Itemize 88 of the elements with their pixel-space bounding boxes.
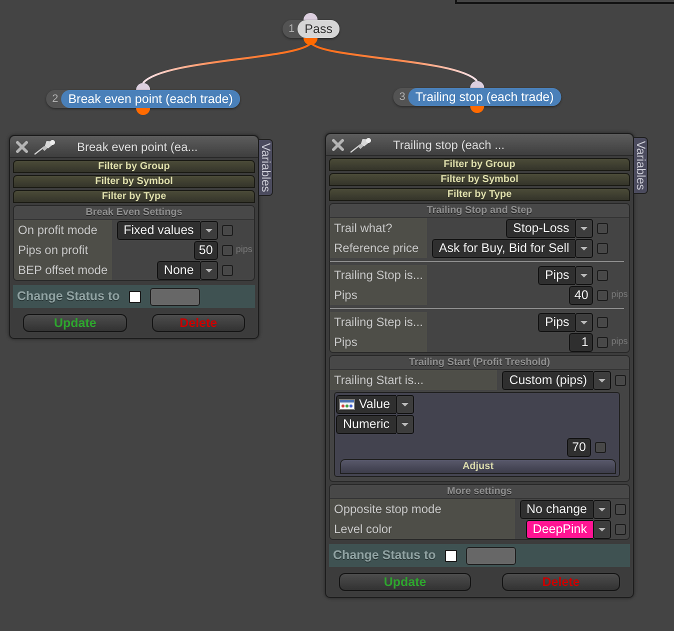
checkbox[interactable] <box>597 222 608 234</box>
caret-icon[interactable] <box>593 370 611 390</box>
value-icon <box>339 399 355 410</box>
checkbox[interactable] <box>597 290 608 300</box>
flow-node[interactable]: 3 Trailing stop (each trade) <box>393 88 561 106</box>
checkbox[interactable] <box>597 336 608 348</box>
checkbox[interactable] <box>597 270 608 280</box>
caret-icon[interactable] <box>200 220 218 240</box>
status-checkbox[interactable] <box>444 550 457 562</box>
close-icon[interactable] <box>331 138 345 152</box>
checkbox[interactable] <box>597 316 608 328</box>
status-field[interactable] <box>466 546 516 564</box>
status-checkbox[interactable] <box>128 290 141 302</box>
caret-icon[interactable] <box>575 238 594 258</box>
field-label: Trailing Step is... <box>330 312 427 332</box>
field-label: Trail what? <box>330 218 427 238</box>
dropdown[interactable]: Ask for Buy, Bid for Sell <box>432 238 576 258</box>
pin-icon[interactable] <box>350 136 372 152</box>
dropdown[interactable]: Pips <box>538 266 576 284</box>
checkbox[interactable] <box>597 242 608 254</box>
field-label: Pips <box>330 285 427 305</box>
status-label: Change Status to <box>333 547 436 564</box>
dropdown[interactable]: DeepPink <box>526 520 593 538</box>
number-field[interactable]: 40 <box>569 286 594 304</box>
filter-header[interactable]: Filter by Group <box>13 160 255 173</box>
output-port-icon[interactable] <box>304 38 318 45</box>
checkbox[interactable] <box>222 224 233 236</box>
panel-title: Trailing stop (each ... <box>393 136 505 154</box>
checkbox[interactable] <box>615 504 626 514</box>
field-label: Pips <box>330 332 427 352</box>
filter-header[interactable]: Filter by Type <box>329 188 630 201</box>
field-label: BEP offset mode <box>14 260 112 280</box>
node-number: 2 <box>51 92 60 107</box>
checkbox[interactable] <box>615 374 626 386</box>
caret-icon[interactable] <box>575 312 594 332</box>
field-label: Level color <box>330 519 515 539</box>
output-port-icon[interactable] <box>470 106 484 113</box>
dropdown[interactable]: None <box>156 260 200 280</box>
dropdown[interactable]: Custom (pips) <box>502 370 593 390</box>
field-label: Opposite stop mode <box>330 499 515 519</box>
input-port-icon[interactable] <box>304 13 318 20</box>
flow-node[interactable]: 1 Pass <box>282 20 340 38</box>
caret-icon[interactable] <box>200 260 218 280</box>
node-label: Break even point (each trade) <box>61 90 240 108</box>
status-label: Change Status to <box>17 288 120 306</box>
input-port-icon[interactable] <box>136 83 150 90</box>
status-field[interactable] <box>150 288 200 306</box>
dropdown[interactable]: Fixed values <box>116 220 200 240</box>
filter-header[interactable]: Filter by Symbol <box>329 173 630 186</box>
checkbox[interactable] <box>595 442 606 453</box>
dropdown[interactable]: No change <box>520 500 593 518</box>
caret-icon[interactable] <box>593 520 611 538</box>
dropdown[interactable]: Pips <box>538 312 576 332</box>
number-field[interactable]: 1 <box>569 332 594 352</box>
checkbox[interactable] <box>222 264 233 276</box>
node-number: 3 <box>398 90 406 105</box>
panel-title: Break even point (ea... <box>77 138 198 156</box>
adjust-button[interactable]: Adjust <box>340 459 616 474</box>
caret-icon[interactable] <box>396 415 414 434</box>
caret-icon[interactable] <box>575 218 594 238</box>
dropdown[interactable]: Stop-Loss <box>506 218 576 238</box>
field-label: Pips on profit <box>14 240 112 260</box>
filter-header[interactable]: Filter by Group <box>329 158 630 171</box>
number-field[interactable]: 50 <box>194 240 218 260</box>
filter-header[interactable]: Filter by Symbol <box>13 175 255 188</box>
field-label: On profit mode <box>14 220 112 240</box>
checkbox[interactable] <box>615 524 626 534</box>
variables-tab[interactable]: Variables <box>634 137 648 194</box>
caret-icon[interactable] <box>575 266 594 284</box>
caret-icon[interactable] <box>396 395 414 414</box>
output-port-icon[interactable] <box>136 108 150 115</box>
filter-header[interactable]: Filter by Type <box>13 190 255 203</box>
close-icon[interactable] <box>15 140 29 154</box>
field-label: Reference price <box>330 238 427 258</box>
field-label: Trailing Start is... <box>330 370 498 390</box>
node-label: Trailing stop (each trade) <box>408 88 561 106</box>
node-label: Pass <box>298 20 340 38</box>
caret-icon[interactable] <box>593 500 611 518</box>
flow-node[interactable]: 2 Break even point (each trade) <box>46 90 240 108</box>
node-number: 1 <box>288 22 296 37</box>
input-port-icon[interactable] <box>470 81 484 88</box>
field-label: Trailing Stop is... <box>330 265 427 285</box>
variables-tab[interactable]: Variables <box>259 139 273 196</box>
dropdown[interactable]: Value <box>336 395 396 414</box>
pin-icon[interactable] <box>34 138 56 154</box>
dropdown[interactable]: Numeric <box>336 415 396 434</box>
checkbox[interactable] <box>222 244 233 256</box>
number-field[interactable]: 70 <box>567 438 591 457</box>
